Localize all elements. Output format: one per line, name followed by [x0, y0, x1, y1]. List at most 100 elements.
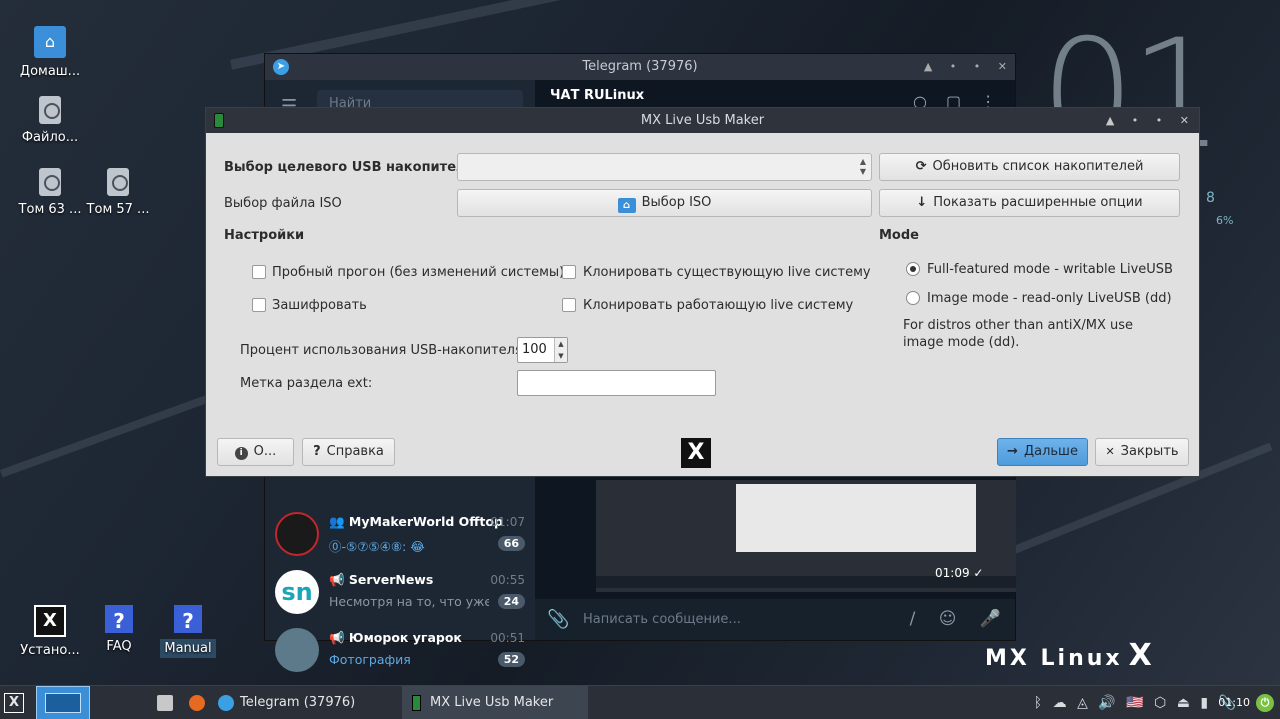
- mx-logo-icon: X: [4, 693, 24, 713]
- help-icon: ?: [174, 605, 202, 633]
- desktop-icon-manual[interactable]: ? Manual: [150, 605, 226, 662]
- close-icon: ✕: [1105, 445, 1115, 458]
- about-button[interactable]: i О...: [217, 438, 294, 466]
- taskbar-window-mx-live-usb-maker[interactable]: MX Live Usb Maker: [402, 686, 588, 719]
- chat-preview: Несмотря на то, что уже д...: [329, 594, 489, 609]
- firefox-icon: [189, 695, 205, 711]
- desktop-icon-label: Том 57 ...: [86, 202, 150, 217]
- about-label: О...: [253, 444, 277, 459]
- usb-percent-value: 100: [522, 342, 547, 357]
- settings-heading: Настройки: [224, 228, 305, 243]
- info-icon: i: [234, 447, 248, 460]
- usb-percent-spinbox[interactable]: 100 ▲ ▼: [517, 337, 568, 363]
- screenshot-thumbnail: [736, 484, 976, 552]
- file-manager-icon: [157, 695, 173, 711]
- drive-icon: [39, 168, 61, 196]
- dry-run-label: Пробный прогон (без изменений системы): [272, 265, 565, 280]
- avatar: [275, 512, 319, 556]
- mx-installer-icon: X: [34, 605, 66, 637]
- usb-target-label: Выбор целевого USB накопителя: [224, 160, 474, 175]
- telegram-titlebar[interactable]: ➤ Telegram (37976) ▲ • • ✕: [265, 54, 1015, 80]
- usb-drive-icon: [412, 695, 421, 711]
- mx-live-usb-maker-dialog: MX Live Usb Maker ▲ • • ✕ Выбор целевого…: [205, 107, 1200, 477]
- advanced-options-label: Показать расширенные опции: [933, 195, 1143, 210]
- unread-badge: 52: [497, 652, 525, 667]
- message-time: 01:09 ✓: [935, 566, 984, 580]
- chat-time: 00:51: [490, 631, 525, 645]
- desktop-icon-label: Manual: [160, 639, 216, 658]
- image-mode-label: Image mode - read-only LiveUSB (dd): [927, 291, 1172, 306]
- unread-badge: 66: [497, 536, 525, 551]
- mx-linux-brand: MX Linux X: [985, 638, 1155, 673]
- taskbar-window-label: Telegram (37976): [240, 695, 356, 710]
- arrow-right-icon: →: [1007, 444, 1018, 459]
- desktop-icon-label: Файло...: [21, 130, 79, 145]
- image-mode-radio[interactable]: [906, 291, 920, 305]
- brand-text: MX Linux: [985, 646, 1123, 671]
- taskbar: X Telegram (37976) MX Live Usb Maker ᛒ ☁…: [0, 685, 1280, 719]
- taskbar-clock[interactable]: 01:10: [1218, 686, 1250, 719]
- home-folder-icon: [34, 26, 66, 58]
- drive-icon: [107, 168, 129, 196]
- help-button[interactable]: ? Справка: [302, 438, 395, 466]
- chat-item[interactable]: 👥 MyMakerWorld Offtop 01:07 ⓪-⑤⑦⑤④⑧: 😂 6…: [265, 506, 535, 564]
- close-button[interactable]: ✕ Закрыть: [1095, 438, 1189, 466]
- encrypt-checkbox[interactable]: [252, 298, 266, 312]
- clock-detail: 6%: [1216, 214, 1234, 227]
- window-controls[interactable]: ▲ • • ✕: [924, 54, 1007, 80]
- mx-logo-icon: X: [681, 438, 711, 468]
- clone-running-label: Клонировать работающую live систему: [583, 298, 854, 313]
- desktop-icon-label: Устано...: [20, 643, 80, 658]
- dry-run-checkbox[interactable]: [252, 265, 266, 279]
- desktop-icon-faq[interactable]: ? FAQ: [81, 605, 157, 654]
- clone-existing-checkbox[interactable]: [562, 265, 576, 279]
- refresh-icon: ⟳: [915, 159, 927, 174]
- file-manager-launcher[interactable]: [155, 686, 175, 719]
- telegram-icon: [218, 695, 234, 711]
- help-label: Справка: [326, 444, 384, 459]
- clone-running-checkbox[interactable]: [562, 298, 576, 312]
- chat-title[interactable]: ЧАТ RULinux: [550, 88, 644, 103]
- start-menu-button[interactable]: X: [4, 686, 30, 719]
- refresh-drives-button[interactable]: ⟳ Обновить список накопителей: [879, 153, 1180, 181]
- channel-icon: 📢: [329, 630, 349, 645]
- full-featured-mode-radio[interactable]: [906, 262, 920, 276]
- advanced-options-button[interactable]: ↓ Показать расширенные опции: [879, 189, 1180, 217]
- compose-icons[interactable]: / ☺ 🎤: [910, 609, 1001, 629]
- desktop-icon-filesystem[interactable]: Файло...: [12, 96, 88, 145]
- desktop-icon-volume-63[interactable]: Том 63 ...: [12, 168, 88, 217]
- select-iso-button[interactable]: ⌂ Выбор ISO: [457, 189, 872, 217]
- avatar: sn: [275, 570, 319, 614]
- firefox-launcher[interactable]: [187, 686, 207, 719]
- power-icon[interactable]: ⏻: [1256, 694, 1274, 712]
- spinner-arrows-icon[interactable]: ▲ ▼: [554, 338, 567, 362]
- chat-item[interactable]: 📢 Юморок угарок 00:51 Фотография 52: [265, 622, 535, 680]
- chat-item[interactable]: sn 📢 ServerNews 00:55 Несмотря на то, чт…: [265, 564, 535, 622]
- usb-target-select[interactable]: ▲ ▼: [457, 153, 872, 181]
- chat-name: 📢 ServerNews: [329, 572, 433, 588]
- ext-label-input[interactable]: [517, 370, 716, 396]
- system-tray[interactable]: ᛒ ☁ ◬ 🔊 🇺🇸 ⬡ ⏏ ▮ 📎: [1034, 686, 1236, 719]
- chat-time: 01:07: [490, 515, 525, 529]
- ext-label-label: Метка раздела ext:: [240, 376, 373, 391]
- next-label: Дальше: [1023, 444, 1078, 459]
- mode-note: For distros other than antiX/MX use imag…: [903, 318, 1134, 350]
- encrypt-label: Зашифровать: [272, 298, 367, 313]
- attach-icon[interactable]: 📎: [547, 609, 569, 630]
- chat-name: 👥 MyMakerWorld Offtop: [329, 514, 503, 530]
- taskbar-window-telegram[interactable]: Telegram (37976): [212, 686, 400, 719]
- desktop-icon-home[interactable]: Домаш...: [12, 26, 88, 79]
- chat-preview: Фотография: [329, 652, 411, 667]
- desktop-icon-volume-57[interactable]: Том 57 ...: [80, 168, 156, 217]
- workspace-pager[interactable]: [36, 686, 90, 719]
- select-iso-label: Выбор ISO: [641, 195, 712, 210]
- window-controls[interactable]: ▲ • • ✕: [1106, 108, 1189, 133]
- desktop-icon-installer[interactable]: X Устано...: [12, 605, 88, 658]
- close-label: Закрыть: [1120, 444, 1179, 459]
- chat-name-text: Юморок угарок: [348, 630, 462, 645]
- chat-name: 📢 Юморок угарок: [329, 630, 462, 646]
- message-input[interactable]: Написать сообщение...: [583, 612, 741, 627]
- next-button[interactable]: → Дальше: [997, 438, 1088, 466]
- channel-icon: 📢: [329, 572, 349, 587]
- dialog-titlebar[interactable]: MX Live Usb Maker ▲ • • ✕: [206, 108, 1199, 133]
